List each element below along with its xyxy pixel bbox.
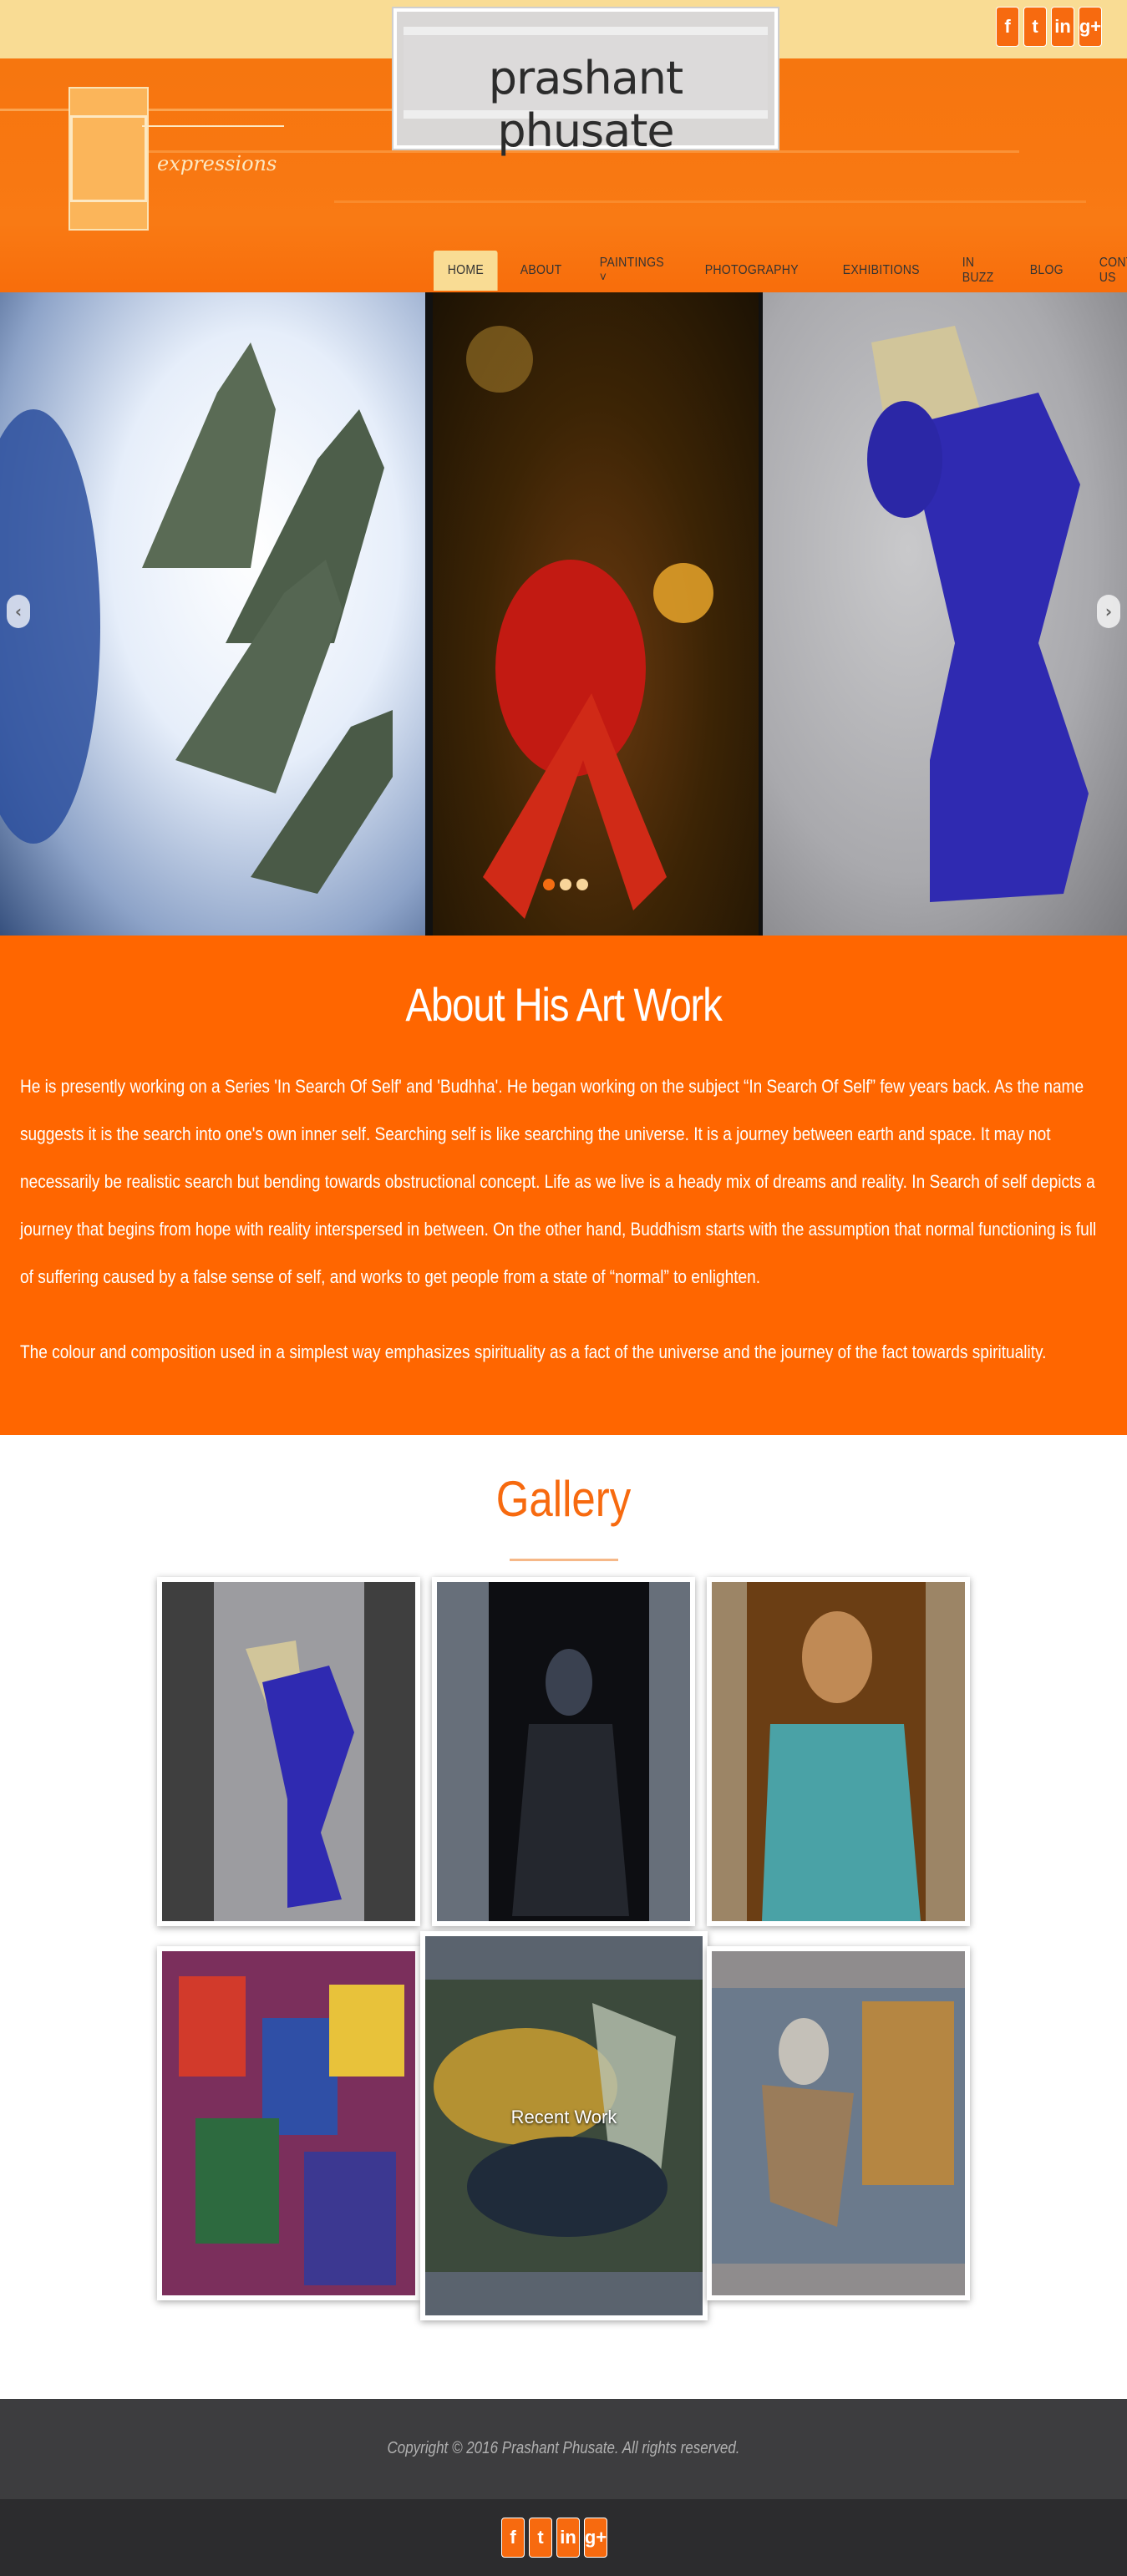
nav-contact-us[interactable]: CONTACT US <box>1085 251 1127 291</box>
twitter-icon[interactable]: t <box>529 2518 552 2558</box>
nav-photography[interactable]: PHOTOGRAPHY <box>691 251 813 291</box>
painting-blue-woman <box>867 326 1089 902</box>
linkedin-icon[interactable]: in <box>556 2518 580 2558</box>
nav-blog[interactable]: BLOG <box>1016 251 1078 291</box>
thumb-crowd <box>162 1951 415 2295</box>
google-plus-icon[interactable]: g+ <box>584 2518 607 2558</box>
nav-about[interactable]: ABOUT <box>506 251 576 291</box>
site-logo[interactable] <box>69 87 149 231</box>
footer-bottom-bar: f t in g+ <box>0 2499 1127 2576</box>
gallery-item[interactable] <box>432 1577 695 1926</box>
nav-in-buzz[interactable]: IN BUZZ <box>948 251 1008 291</box>
slider-prev-button[interactable]: ‹ <box>7 595 30 628</box>
gallery-item[interactable] <box>157 1577 420 1926</box>
thumb-dark-figure <box>437 1582 690 1921</box>
logo-line <box>142 125 284 127</box>
google-plus-icon[interactable]: g+ <box>1079 7 1102 47</box>
thumb-running-man <box>712 1951 965 2295</box>
slider-dots <box>543 879 588 890</box>
gallery-item[interactable] <box>707 1946 970 2300</box>
gallery-item-recent-work[interactable]: Recent Work <box>420 1931 708 2320</box>
about-paragraph-1: He is presently working on a Series 'In … <box>20 1076 1097 1287</box>
gallery-underline <box>510 1559 618 1561</box>
linkedin-icon[interactable]: in <box>1051 7 1074 47</box>
about-paragraph-2: The colour and composition used in a sim… <box>20 1341 1047 1362</box>
thumb-blue-woman <box>162 1582 415 1921</box>
footer-social-links: f t in g+ <box>501 2518 607 2558</box>
about-section: About His Art Work He is presently worki… <box>0 936 1127 1435</box>
gallery-item[interactable] <box>707 1577 970 1926</box>
hero-slider: ‹ › <box>0 292 1127 936</box>
site-title-box[interactable]: prashant phusate <box>393 8 778 157</box>
gallery-item[interactable] <box>157 1946 420 2300</box>
copyright-text: Copyright © 2016 Prashant Phusate. All r… <box>387 2439 740 2457</box>
header-social-links: f t in g+ <box>996 7 1102 47</box>
site-title: prashant phusate <box>488 52 683 157</box>
painting-red-figure <box>466 326 713 919</box>
slider-next-button[interactable]: › <box>1097 595 1120 628</box>
logo-mark <box>70 115 147 202</box>
twitter-icon[interactable]: t <box>1023 7 1047 47</box>
slide-painting-horses <box>0 292 425 936</box>
gallery-heading: Gallery <box>495 1471 632 1527</box>
slider-dot[interactable] <box>543 879 555 890</box>
thumb-old-woman <box>712 1582 965 1921</box>
facebook-icon[interactable]: f <box>501 2518 525 2558</box>
logo-text: expressions <box>157 152 277 175</box>
nav-exhibitions[interactable]: EXHIBITIONS <box>829 251 934 291</box>
nav-paintings[interactable]: PAINTINGS ˅ <box>586 251 678 291</box>
main-nav: HOME ABOUT PAINTINGS ˅ PHOTOGRAPHY EXHIB… <box>434 251 1127 291</box>
slider-dot[interactable] <box>576 879 588 890</box>
about-heading: About His Art Work <box>405 978 723 1031</box>
slide-painting-blue-woman <box>763 292 1127 936</box>
recent-work-label: Recent Work <box>510 2107 617 2127</box>
header-texture <box>334 200 1086 203</box>
footer: Copyright © 2016 Prashant Phusate. All r… <box>0 2399 1127 2499</box>
facebook-icon[interactable]: f <box>996 7 1019 47</box>
painting-horses <box>0 342 393 894</box>
slide-painting-red-figure <box>433 292 759 936</box>
nav-home[interactable]: HOME <box>434 251 498 291</box>
slider-dot[interactable] <box>560 879 571 890</box>
